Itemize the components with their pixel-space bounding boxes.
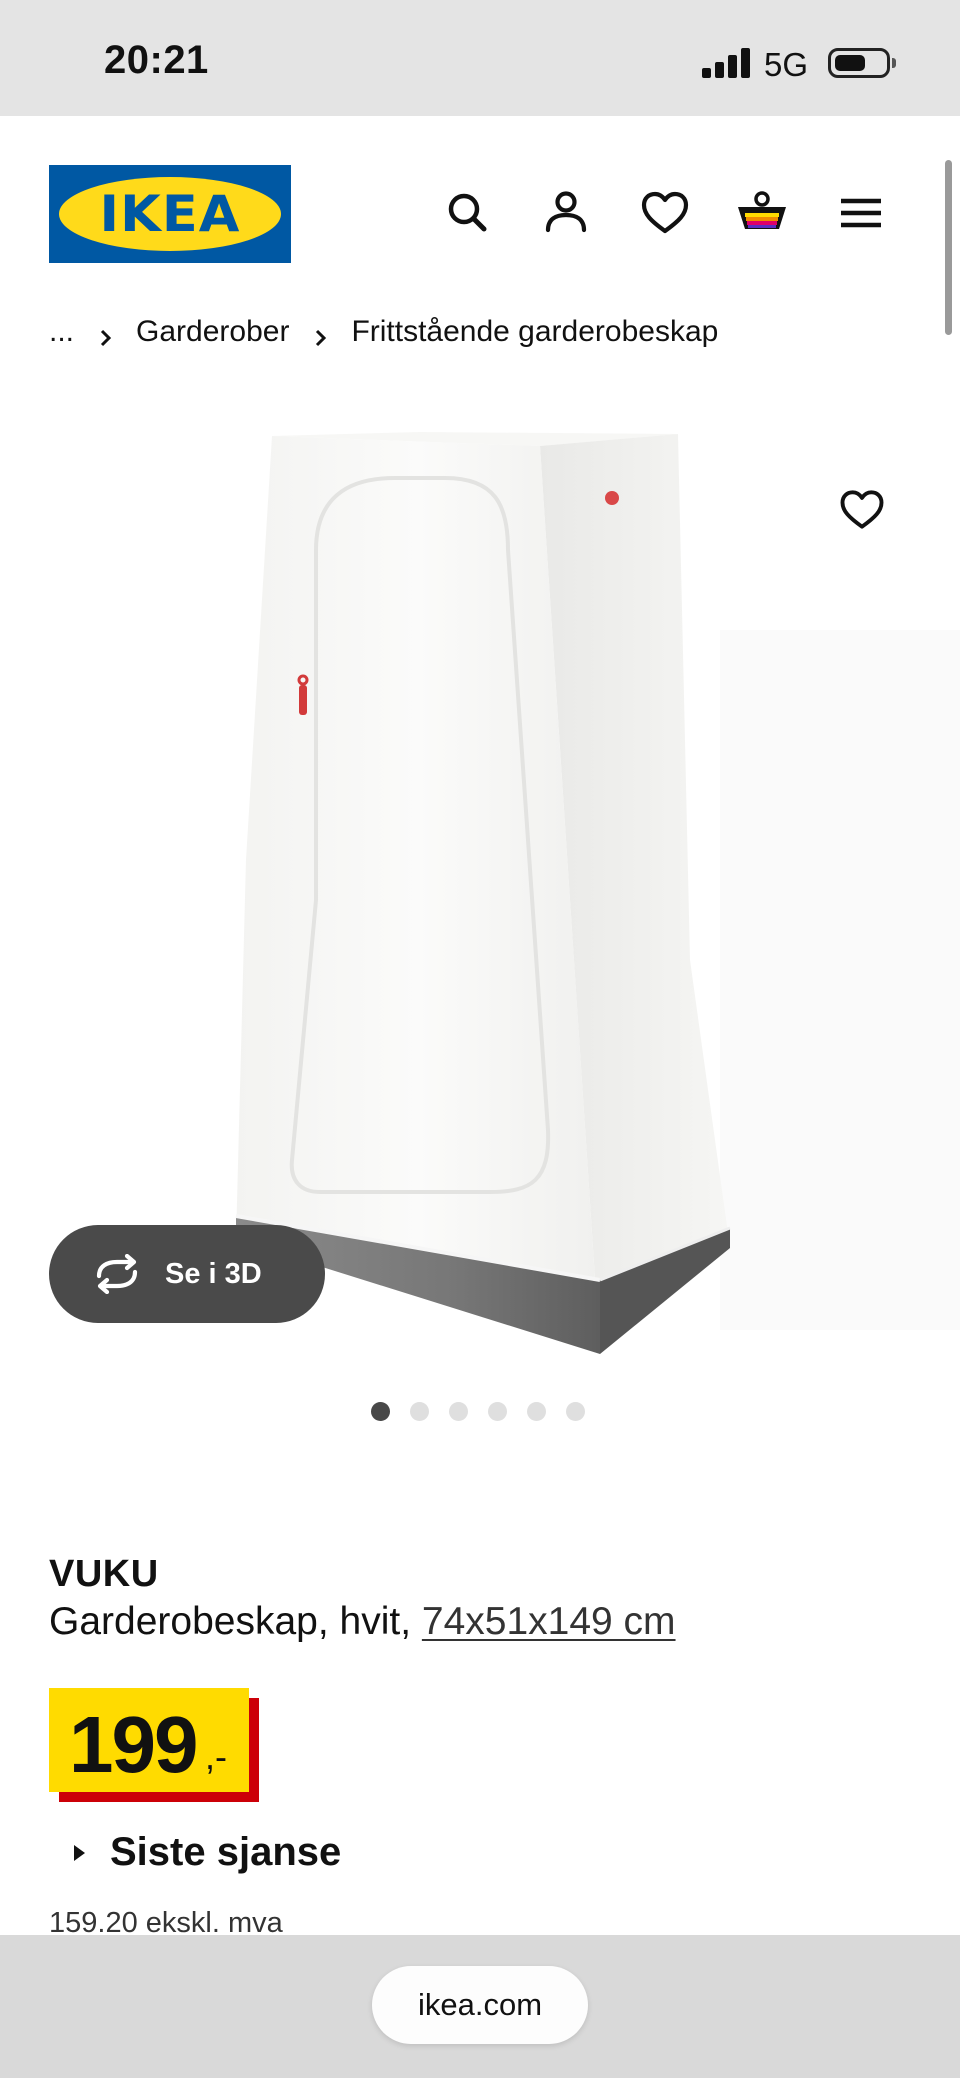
chevron-right-icon — [311, 322, 331, 347]
status-bar: 20:21 5G — [0, 0, 960, 116]
carousel-dot[interactable] — [449, 1402, 468, 1421]
carousel-dot[interactable] — [410, 1402, 429, 1421]
carousel-dot[interactable] — [488, 1402, 507, 1421]
price-decimal: ,- — [205, 1736, 227, 1777]
rotate-3d-icon — [96, 1254, 138, 1294]
browser-bar: ikea.com — [0, 1935, 960, 2078]
view-in-3d-button[interactable]: Se i 3D — [49, 1225, 325, 1323]
carousel-dot[interactable] — [371, 1402, 390, 1421]
price-tag: 199 ,- — [49, 1688, 261, 1802]
product-description: Garderobeskap, hvit, 74x51x149 cm — [49, 1600, 676, 1644]
scrollbar[interactable] — [945, 160, 952, 335]
signal-icon — [702, 48, 750, 78]
battery-nub — [892, 58, 896, 68]
carousel-dot[interactable] — [527, 1402, 546, 1421]
logo-text: IKEA — [99, 185, 241, 243]
breadcrumb: ... Garderober Frittstående garderobeska… — [49, 312, 718, 352]
price-tag-face: 199 ,- — [49, 1688, 249, 1792]
last-chance-toggle[interactable]: Siste sjanse — [49, 1830, 341, 1875]
product-dimensions-link[interactable]: 74x51x149 cm — [422, 1600, 676, 1643]
url-bar[interactable]: ikea.com — [372, 1966, 588, 2044]
caret-right-icon — [74, 1844, 85, 1861]
menu-icon[interactable] — [833, 185, 889, 241]
breadcrumb-item-garderober[interactable]: Garderober — [136, 315, 289, 349]
breadcrumb-item-frittstaende[interactable]: Frittstående garderobeskap — [351, 315, 718, 349]
carousel-dots — [371, 1402, 585, 1421]
view-in-3d-label: Se i 3D — [165, 1257, 262, 1290]
product-name: VUKU — [49, 1553, 159, 1595]
chevron-right-icon — [96, 322, 116, 347]
search-icon[interactable] — [440, 185, 496, 241]
network-label: 5G — [764, 46, 809, 83]
battery-icon — [828, 48, 890, 78]
heart-icon[interactable] — [637, 185, 693, 241]
product-type: Garderobeskap, hvit, — [49, 1600, 412, 1643]
ikea-logo[interactable]: IKEA — [49, 165, 291, 263]
account-icon[interactable] — [538, 185, 594, 241]
last-chance-label: Siste sjanse — [110, 1830, 342, 1874]
breadcrumb-ellipsis[interactable]: ... — [49, 315, 74, 349]
price-integer: 199 — [69, 1700, 198, 1789]
heart-icon[interactable] — [836, 484, 888, 536]
basket-icon[interactable] — [734, 185, 790, 241]
carousel-dot[interactable] — [566, 1402, 585, 1421]
status-time: 20:21 — [104, 38, 209, 82]
